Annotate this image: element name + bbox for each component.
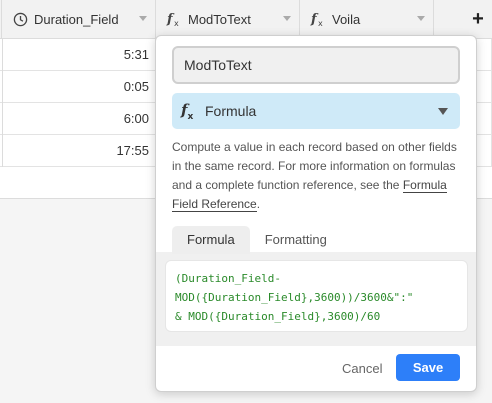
- chevron-down-icon[interactable]: [417, 16, 425, 21]
- tab-formula[interactable]: Formula: [172, 226, 250, 254]
- column-header-duration-field[interactable]: Duration_Field: [2, 0, 156, 38]
- field-editor-popover: fx Formula Compute a value in each recor…: [155, 35, 477, 392]
- svg-text:x: x: [318, 19, 323, 27]
- grid-header: Duration_Field fx ModToText fx Voila +: [0, 0, 492, 39]
- duration-cell[interactable]: 17:55: [2, 135, 156, 167]
- clock-icon: [12, 11, 28, 27]
- duration-cell[interactable]: 6:00: [2, 103, 156, 135]
- field-type-label: Formula: [205, 103, 257, 119]
- column-header-label: Voila: [332, 11, 361, 27]
- chevron-down-icon[interactable]: [283, 16, 291, 21]
- cancel-button[interactable]: Cancel: [336, 355, 388, 381]
- column-header-modtotext[interactable]: fx ModToText: [156, 0, 300, 38]
- save-button[interactable]: Save: [396, 354, 460, 381]
- chevron-down-icon: [438, 108, 448, 115]
- svg-text:x: x: [174, 19, 179, 27]
- chevron-down-icon[interactable]: [139, 16, 147, 21]
- field-type-description: Compute a value in each record based on …: [172, 138, 464, 214]
- formula-icon: fx: [181, 100, 194, 122]
- formula-icon: fx: [166, 11, 182, 27]
- formula-input[interactable]: (Duration_Field- MOD({Duration_Field},36…: [165, 260, 468, 332]
- duration-cell[interactable]: 5:31: [2, 39, 156, 71]
- duration-cell[interactable]: 0:05: [2, 71, 156, 103]
- field-type-select[interactable]: fx Formula: [172, 93, 460, 129]
- column-header-label: ModToText: [188, 11, 251, 27]
- formula-icon: fx: [310, 11, 326, 27]
- field-name-input[interactable]: [172, 46, 460, 84]
- tab-formatting[interactable]: Formatting: [250, 226, 342, 254]
- description-end: .: [256, 197, 261, 211]
- add-column-button[interactable]: +: [468, 9, 488, 29]
- column-header-label: Duration_Field: [34, 11, 119, 27]
- column-header-voila[interactable]: fx Voila: [300, 0, 434, 38]
- editor-tabs: Formula Formatting: [172, 226, 342, 254]
